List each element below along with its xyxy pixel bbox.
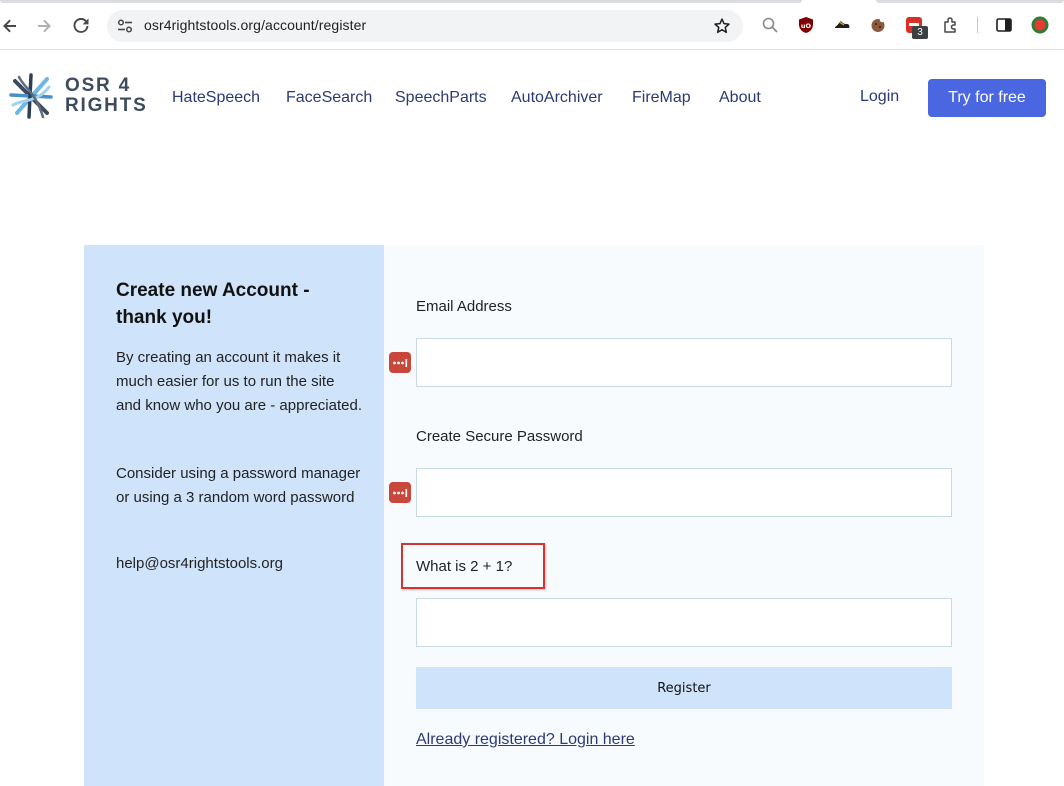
profile-avatar-icon[interactable] bbox=[1030, 15, 1050, 35]
address-bar[interactable]: osr4rightstools.org/account/register bbox=[107, 10, 743, 42]
info-paragraph-account: By creating an account it makes it much … bbox=[116, 349, 362, 414]
arrow-left-icon bbox=[3, 19, 16, 33]
site-logo[interactable]: OSR 4 RIGHTS bbox=[9, 73, 146, 121]
ublock-origin-icon[interactable]: uO bbox=[796, 15, 816, 35]
nav-speechparts[interactable]: SpeechParts bbox=[395, 89, 487, 107]
password-manager-icon[interactable] bbox=[389, 352, 411, 373]
brand-name-line2: RIGHTS bbox=[65, 95, 148, 116]
toolbar-divider bbox=[977, 17, 978, 33]
email-label: Email Address bbox=[416, 298, 512, 315]
nav-firemap[interactable]: FireMap bbox=[632, 89, 691, 107]
active-tab-edge[interactable] bbox=[0, 0, 802, 3]
register-title: Create new Account - thank you! bbox=[116, 280, 310, 328]
email-field[interactable] bbox=[416, 338, 952, 387]
cookie-extension-icon[interactable] bbox=[868, 15, 888, 35]
tune-icon[interactable] bbox=[117, 18, 133, 34]
nav-autoarchiver[interactable]: AutoArchiver bbox=[511, 89, 603, 107]
login-here-link[interactable]: Already registered? Login here bbox=[416, 731, 635, 749]
puzzle-extensions-icon[interactable] bbox=[941, 15, 961, 35]
brand-name-line1: OSR 4 bbox=[65, 75, 132, 96]
register-card: Create new Account - thank you! By creat… bbox=[84, 245, 984, 786]
help-email: help@osr4rightstools.org bbox=[116, 555, 283, 572]
info-paragraph-password: Consider using a password manager or usi… bbox=[116, 465, 361, 506]
inactive-tab-edge[interactable] bbox=[876, 0, 1064, 3]
site-header: OSR 4 RIGHTS HateSpeech FaceSearch Speec… bbox=[0, 51, 1064, 146]
captcha-answer-field[interactable] bbox=[416, 598, 952, 647]
search-icon[interactable] bbox=[760, 15, 780, 35]
captcha-question-label: What is 2 + 1? bbox=[416, 558, 513, 575]
back-button[interactable] bbox=[0, 12, 24, 40]
svg-text:uO: uO bbox=[801, 22, 812, 30]
nav-about[interactable]: About bbox=[719, 89, 761, 107]
osr4rights-logo-icon bbox=[9, 73, 53, 119]
shoe-extension-icon[interactable] bbox=[832, 15, 852, 35]
try-for-free-button[interactable]: Try for free bbox=[928, 79, 1046, 117]
url-text[interactable]: osr4rightstools.org/account/register bbox=[144, 17, 366, 33]
browser-toolbar: osr4rightstools.org/account/register uO … bbox=[0, 0, 1064, 50]
login-link[interactable]: Login bbox=[860, 88, 899, 106]
register-info-panel: Create new Account - thank you! By creat… bbox=[84, 245, 384, 786]
forward-button[interactable] bbox=[30, 12, 58, 40]
password-label: Create Secure Password bbox=[416, 428, 583, 445]
password-manager-icon[interactable] bbox=[389, 482, 411, 503]
extension-badge: 3 bbox=[912, 26, 928, 39]
side-panel-icon[interactable] bbox=[994, 15, 1014, 35]
tab-strip bbox=[0, 0, 1064, 3]
nav-facesearch[interactable]: FaceSearch bbox=[286, 89, 372, 107]
reload-icon bbox=[73, 18, 89, 33]
nav-hatespeech[interactable]: HateSpeech bbox=[172, 89, 260, 107]
reload-button[interactable] bbox=[67, 12, 95, 40]
register-button[interactable]: Register bbox=[416, 667, 952, 709]
arrow-right-icon bbox=[38, 19, 51, 33]
password-field[interactable] bbox=[416, 468, 952, 517]
star-icon[interactable] bbox=[713, 17, 731, 35]
